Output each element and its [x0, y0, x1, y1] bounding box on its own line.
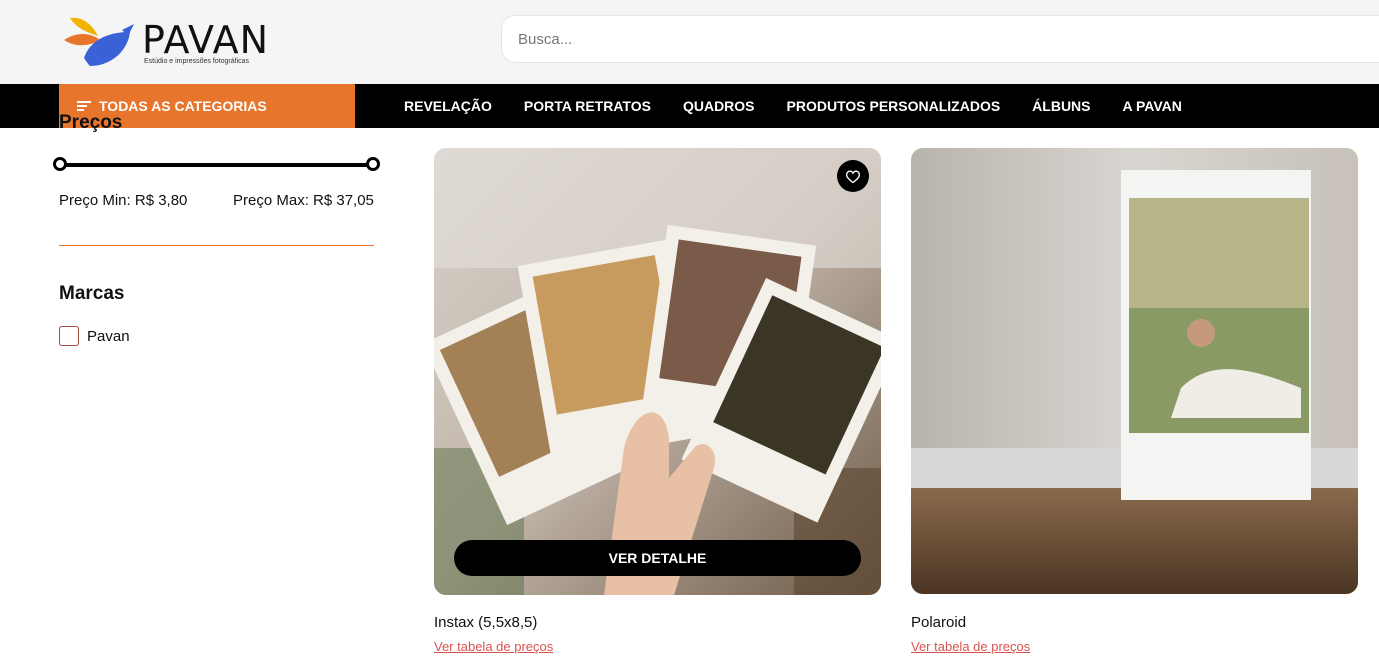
- brand-option[interactable]: Pavan: [59, 326, 130, 346]
- brand-logo[interactable]: PAVAN Estúdio e impressões fotográficas: [60, 8, 290, 70]
- price-range-slider[interactable]: [53, 157, 380, 171]
- nav-item-revelacao[interactable]: REVELAÇÃO: [404, 98, 492, 114]
- view-detail-button[interactable]: VER DETALHE: [454, 540, 861, 576]
- nav-item-albuns[interactable]: ÁLBUNS: [1032, 98, 1090, 114]
- favorite-button[interactable]: [837, 160, 869, 192]
- heart-icon: [845, 170, 861, 183]
- nav-item-produtos-personalizados[interactable]: PRODUTOS PERSONALIZADOS: [787, 98, 1001, 114]
- bird-logo-icon: [64, 17, 134, 66]
- brand-checkbox[interactable]: [59, 326, 79, 346]
- product-card[interactable]: VER DETALHE Instax (5,5x8,5) Ver tabela …: [434, 148, 881, 654]
- nav-item-porta-retratos[interactable]: PORTA RETRATOS: [524, 98, 651, 114]
- price-table-link[interactable]: Ver tabela de preços: [434, 639, 553, 654]
- price-min-handle[interactable]: [53, 157, 67, 171]
- nav-menu: REVELAÇÃO PORTA RETRATOS QUADROS PRODUTO…: [404, 84, 1214, 128]
- brand-option-label: Pavan: [87, 327, 130, 345]
- main-navigation: TODAS AS CATEGORIAS REVELAÇÃO PORTA RETR…: [0, 84, 1379, 128]
- brand-name: PAVAN: [142, 18, 270, 62]
- filter-divider: [59, 245, 374, 246]
- price-min-value: Preço Min: R$ 3,80: [59, 192, 188, 209]
- product-image[interactable]: VER DETALHE: [434, 148, 881, 595]
- product-title[interactable]: Instax (5,5x8,5): [434, 614, 537, 631]
- search-box[interactable]: [501, 15, 1379, 63]
- price-table-link[interactable]: Ver tabela de preços: [911, 639, 1030, 654]
- all-categories-label: TODAS AS CATEGORIAS: [99, 98, 267, 114]
- price-filter-heading: Preços: [59, 112, 123, 133]
- price-max-value: Preço Max: R$ 37,05: [233, 192, 374, 209]
- site-header: PAVAN Estúdio e impressões fotográficas: [0, 0, 1379, 84]
- nav-item-quadros[interactable]: QUADROS: [683, 98, 755, 114]
- price-max-handle[interactable]: [366, 157, 380, 171]
- product-title[interactable]: Polaroid: [911, 614, 966, 631]
- instax-photos-image: [434, 148, 881, 595]
- product-image[interactable]: [911, 148, 1358, 594]
- nav-item-a-pavan[interactable]: A PAVAN: [1123, 98, 1182, 114]
- brands-filter-heading: Marcas: [59, 283, 125, 304]
- product-card[interactable]: Polaroid Ver tabela de preços: [911, 148, 1358, 654]
- polaroid-photo-image: [911, 148, 1358, 594]
- brand-tagline: Estúdio e impressões fotográficas: [144, 58, 250, 65]
- menu-icon: [77, 101, 91, 111]
- search-input[interactable]: [502, 16, 1379, 62]
